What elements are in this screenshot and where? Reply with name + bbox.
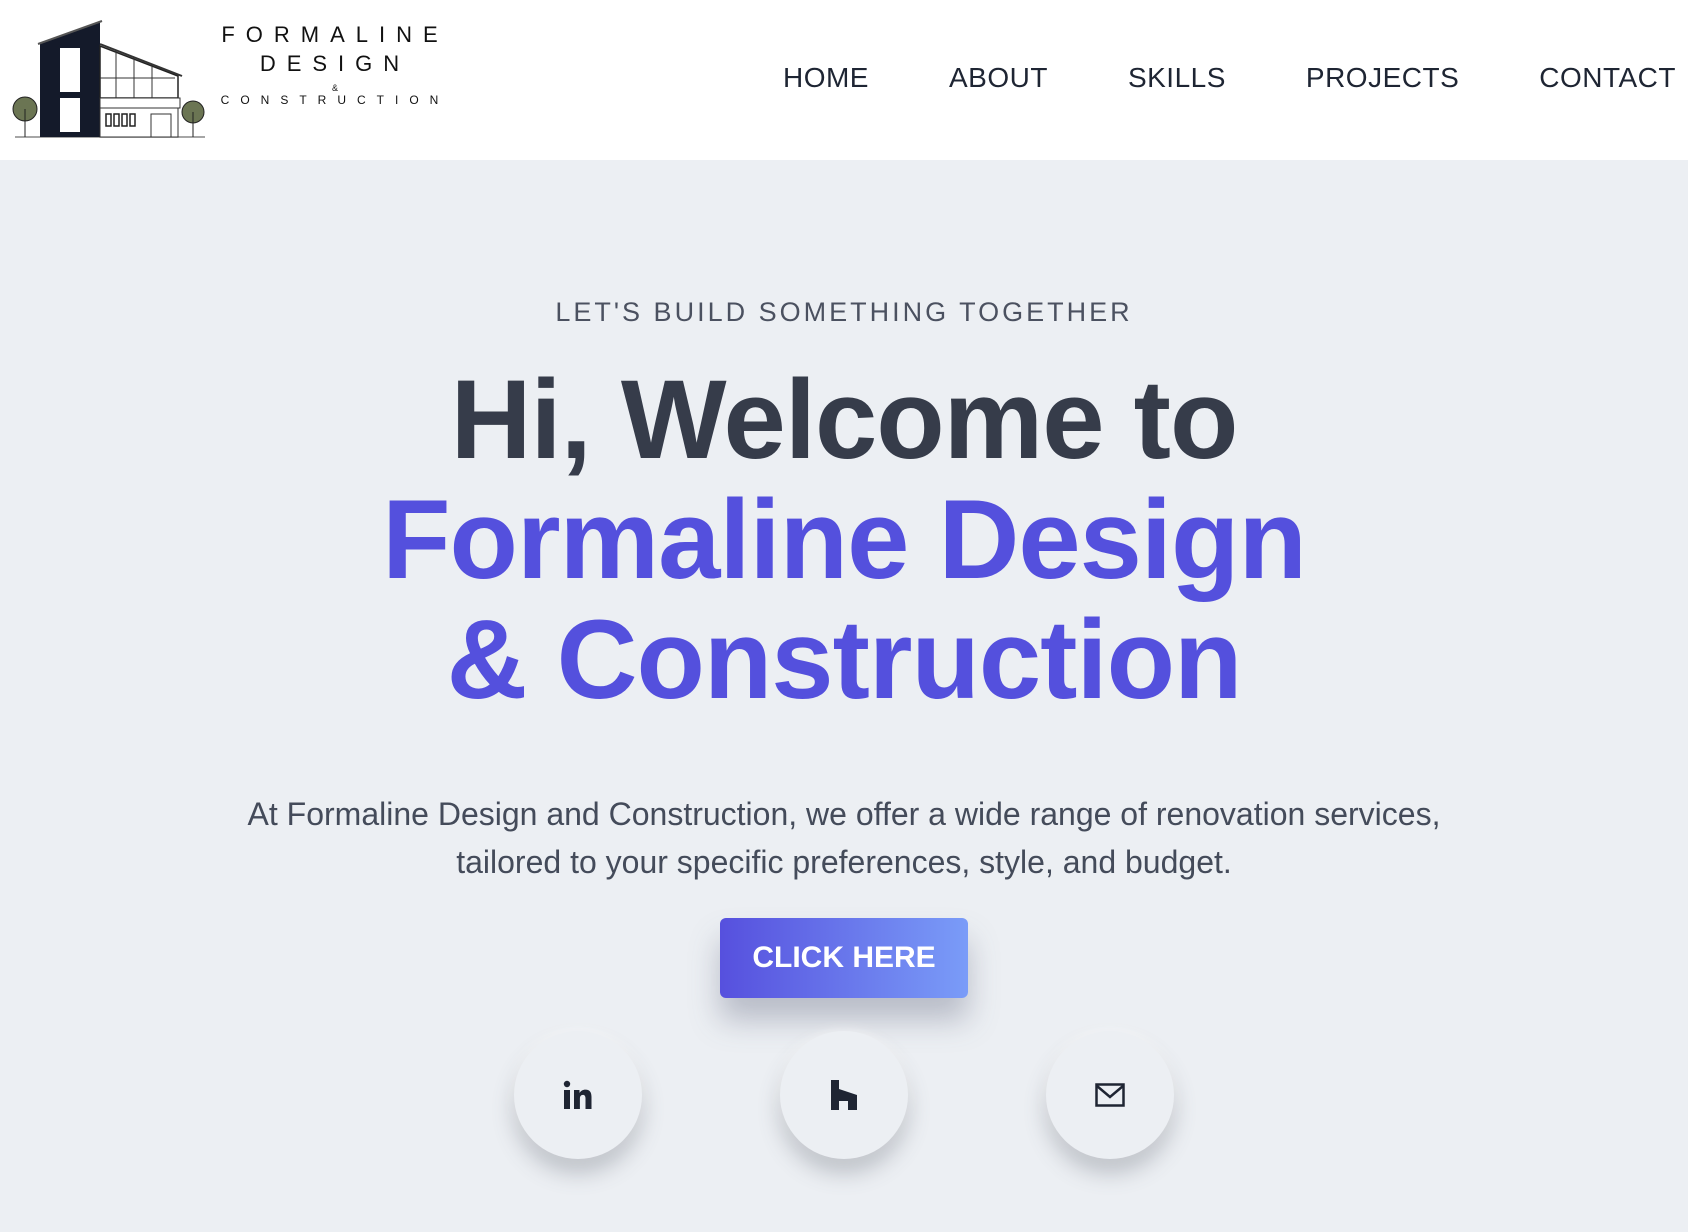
nav-contact[interactable]: CONTACT <box>1539 62 1676 94</box>
houzz-icon <box>831 1080 857 1110</box>
hero-title-line-1: Hi, Welcome to <box>450 357 1239 482</box>
nav-home[interactable]: HOME <box>783 62 869 94</box>
linkedin-button[interactable] <box>514 1031 642 1159</box>
nav-about[interactable]: ABOUT <box>949 62 1048 94</box>
houzz-button[interactable] <box>780 1031 908 1159</box>
logo-line-3: & <box>331 83 338 93</box>
logo-wordmark: FORMALINE DESIGN & CONSTRUCTION <box>220 18 450 107</box>
mail-icon <box>1095 1083 1125 1107</box>
hero-title-line-3: & Construction <box>446 597 1243 722</box>
hero-title-line-2: Formaline Design <box>382 477 1307 602</box>
logo-line-1: FORMALINE <box>221 22 449 47</box>
hero-section: LET'S BUILD SOMETHING TOGETHER Hi, Welco… <box>0 160 1688 1232</box>
logo-line-4: CONSTRUCTION <box>220 93 450 107</box>
hero-eyebrow: LET'S BUILD SOMETHING TOGETHER <box>555 297 1133 327</box>
building-logo-icon <box>12 20 205 138</box>
nav-skills[interactable]: SKILLS <box>1128 62 1226 94</box>
email-button[interactable] <box>1046 1031 1174 1159</box>
logo-line-2: DESIGN <box>259 51 411 76</box>
nav-projects[interactable]: PROJECTS <box>1306 62 1459 94</box>
hero-description: At Formaline Design and Construction, we… <box>247 796 1441 880</box>
logo[interactable]: FORMALINE DESIGN & CONSTRUCTION <box>10 18 450 143</box>
hero-title: Hi, Welcome to Formaline Design & Constr… <box>0 360 1688 720</box>
linkedin-icon <box>563 1080 592 1109</box>
main-nav: HOME ABOUT SKILLS PROJECTS CONTACT <box>783 62 1676 94</box>
click-here-button[interactable]: CLICK HERE <box>720 918 968 998</box>
site-header: FORMALINE DESIGN & CONSTRUCTION HOME ABO… <box>0 0 1688 160</box>
